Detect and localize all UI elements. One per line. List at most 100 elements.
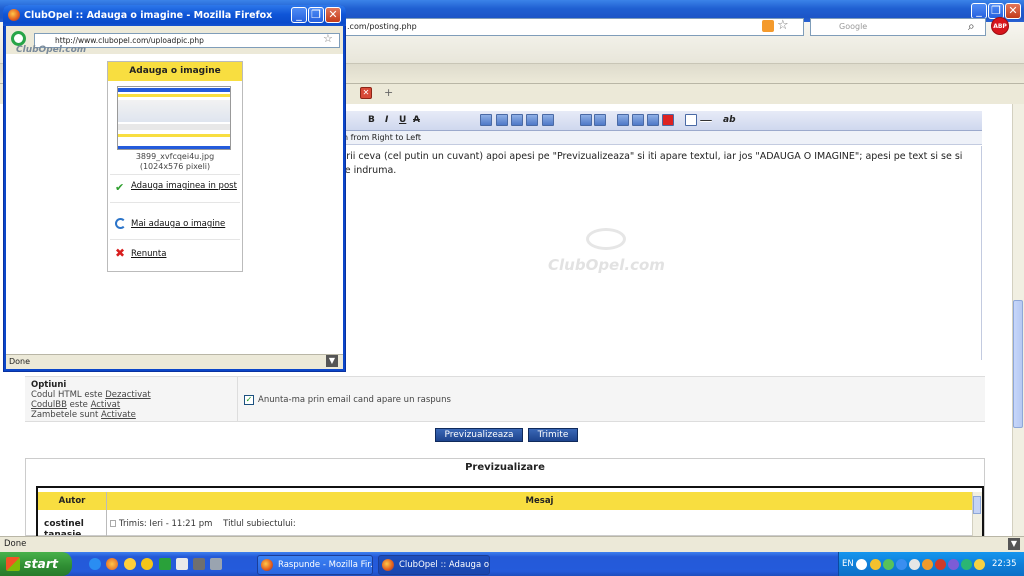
message-textarea[interactable] xyxy=(325,146,982,360)
popup-statusbar xyxy=(6,354,343,369)
editor-toolbar xyxy=(340,111,982,131)
thumb-taskbar xyxy=(118,146,230,149)
options-title: Optiuni xyxy=(31,380,67,390)
thumb-preview-header xyxy=(118,134,230,137)
rss-icon[interactable] xyxy=(762,20,774,32)
rtl-label[interactable]: n from Right to Left xyxy=(343,133,421,142)
new-tab-icon[interactable]: + xyxy=(384,86,393,99)
shield-icon[interactable] xyxy=(870,559,881,570)
volume-icon[interactable] xyxy=(896,559,907,570)
firefox-quicklaunch-icon[interactable] xyxy=(106,558,118,570)
popup-minimize-button[interactable]: _ xyxy=(291,7,307,23)
messenger-icon[interactable] xyxy=(124,558,136,570)
image-filename-block: 3899_xvfcqei4u.jpg (1024x576 pixeli) xyxy=(108,152,242,172)
notepad-icon[interactable] xyxy=(176,558,188,570)
strikethrough-button[interactable]: A xyxy=(413,115,420,125)
message-text: crii ceva (cel putin un cuvant) apoi ape… xyxy=(341,151,963,176)
link-icon[interactable] xyxy=(580,114,592,126)
address-bar[interactable]: .com/posting.php xyxy=(340,18,804,36)
youtube-icon[interactable] xyxy=(662,114,674,126)
upload-panel-header: Adauga o imagine xyxy=(108,62,242,81)
bbcode-link[interactable]: CodulBB xyxy=(31,400,67,410)
download-status-icon[interactable]: ▼ xyxy=(1008,538,1020,550)
align-center-icon[interactable] xyxy=(496,114,508,126)
direction-strip xyxy=(340,131,982,145)
inner-scrollbar-thumb[interactable] xyxy=(973,496,981,514)
green-app-icon[interactable] xyxy=(159,558,171,570)
search-icon[interactable]: ⌕ xyxy=(968,19,975,34)
submit-button[interactable]: Trimite xyxy=(528,428,578,442)
popup-download-icon[interactable]: ▼ xyxy=(326,355,338,367)
cancel-icon: ✖ xyxy=(115,246,126,260)
antivirus-icon[interactable] xyxy=(935,559,946,570)
cancel-link[interactable]: Renunta xyxy=(131,249,166,259)
google-video-icon[interactable] xyxy=(647,114,659,126)
firefox-task-icon xyxy=(261,559,273,571)
smiley-status-link[interactable]: Activate xyxy=(101,410,136,420)
thumb-options xyxy=(118,124,230,130)
search-input[interactable]: Google xyxy=(810,18,986,36)
popup-status-text: Done xyxy=(9,357,31,366)
smiley-status-label: Zambetele sunt xyxy=(31,410,102,420)
check-icon: ✔ xyxy=(115,181,125,194)
messenger-tray-icon[interactable] xyxy=(909,559,920,570)
ab-button[interactable]: ab xyxy=(723,115,736,125)
bookmark-star-icon[interactable]: ☆ xyxy=(777,18,789,33)
bullet-list-icon[interactable] xyxy=(685,114,697,126)
add-to-post-link[interactable]: Adauga imaginea in post xyxy=(131,181,237,191)
watermark-text: ClubOpel.com xyxy=(548,256,665,274)
image-dimensions: (1024x576 pixeli) xyxy=(139,162,211,171)
preview-button[interactable]: Previzualizeaza xyxy=(435,428,523,442)
options-row xyxy=(25,376,985,422)
align-right-icon[interactable] xyxy=(511,114,523,126)
clock: 22:35 xyxy=(992,559,1017,569)
separator xyxy=(110,202,240,203)
site-icon xyxy=(11,31,26,46)
justify-icon[interactable] xyxy=(526,114,538,126)
ie-icon[interactable] xyxy=(89,558,101,570)
tray-arrow-icon[interactable] xyxy=(856,559,867,570)
html-status-link[interactable]: Dezactivat xyxy=(105,390,150,400)
italic-button[interactable]: I xyxy=(385,115,388,125)
popup-title: ClubOpel :: Adauga o imagine - Mozilla F… xyxy=(24,10,273,21)
adblock-plus-icon[interactable]: ABP xyxy=(991,17,1009,35)
align-left-icon[interactable] xyxy=(480,114,492,126)
bold-button[interactable]: B xyxy=(368,115,375,125)
thumb-titlebar xyxy=(118,88,230,92)
popup-close-button[interactable]: ✕ xyxy=(325,7,341,23)
save-icon[interactable] xyxy=(210,558,222,570)
app-tray-icon[interactable] xyxy=(948,559,959,570)
notify-checkbox[interactable]: ✓ xyxy=(244,395,254,405)
bbcode-status-link[interactable]: Activat xyxy=(91,400,121,410)
list-icon[interactable] xyxy=(542,114,554,126)
horizontal-rule-icon[interactable] xyxy=(700,120,712,122)
minimize-button[interactable]: _ xyxy=(971,3,987,19)
device-icon[interactable] xyxy=(193,558,205,570)
popup-maximize-button[interactable]: ❐ xyxy=(308,7,324,23)
scrollbar-thumb[interactable] xyxy=(1013,300,1023,428)
taskbar-item-adauga-imagine[interactable]: ClubOpel :: Adauga o... xyxy=(378,555,490,575)
network-icon[interactable] xyxy=(883,559,894,570)
thumb-header xyxy=(118,94,230,97)
email-icon[interactable] xyxy=(594,114,606,126)
flash-icon[interactable] xyxy=(632,114,644,126)
post-icon xyxy=(110,520,116,527)
safely-remove-icon[interactable] xyxy=(974,559,985,570)
add-another-image-link[interactable]: Mai adauga o imagine xyxy=(131,219,225,229)
taskbar-item-raspunde[interactable]: Raspunde - Mozilla Fir... xyxy=(257,555,373,575)
underline-button[interactable]: U xyxy=(399,115,406,125)
author-column-header: Autor xyxy=(58,496,86,506)
yahoo-smiley-icon[interactable] xyxy=(141,558,153,570)
language-indicator[interactable]: EN xyxy=(842,559,854,569)
close-button[interactable]: ✕ xyxy=(1005,3,1021,19)
image-icon[interactable] xyxy=(617,114,629,126)
utility-tray-icon[interactable] xyxy=(961,559,972,570)
watermark-logo-icon xyxy=(586,228,626,250)
windows-flag-icon xyxy=(6,557,20,571)
tab-close-icon[interactable]: ✕ xyxy=(360,87,372,99)
main-status-text: Done xyxy=(4,539,27,549)
separator xyxy=(110,174,240,175)
start-label: start xyxy=(24,556,58,571)
popup-bookmark-star-icon[interactable]: ☆ xyxy=(323,32,333,45)
update-icon[interactable] xyxy=(922,559,933,570)
